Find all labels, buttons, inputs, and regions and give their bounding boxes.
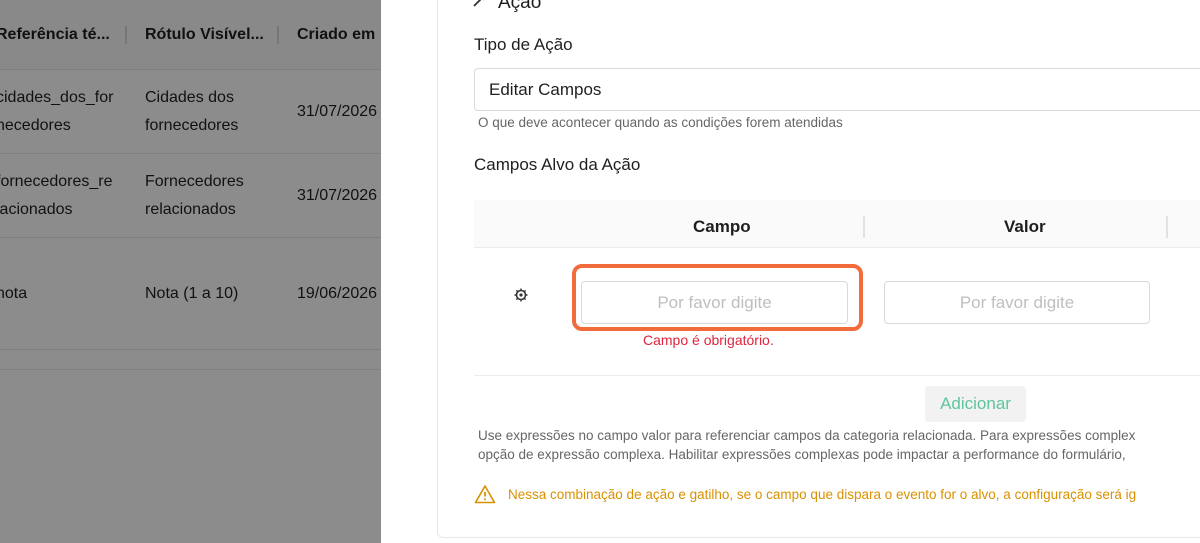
- cell-created: 19/06/2026: [297, 284, 378, 302]
- records-table-pane: Referência té... Rótulo Visível... Criad…: [0, 0, 381, 543]
- add-button[interactable]: Adicionar: [925, 386, 1026, 422]
- column-divider: [1166, 216, 1168, 238]
- records-table: Referência té... Rótulo Visível... Criad…: [0, 0, 381, 370]
- cell-created: 31/07/2026: [297, 102, 378, 120]
- target-fields-header: Campo Valor: [474, 200, 1200, 248]
- cell-reference: fornecedores_re lacionados: [0, 172, 113, 218]
- column-header-created[interactable]: Criado em: [283, 26, 381, 44]
- warning-icon: [474, 484, 496, 504]
- action-type-help: O que deve acontecer quando as condições…: [478, 115, 843, 130]
- gear-icon[interactable]: [514, 288, 528, 306]
- table-row[interactable]: cidades_dos_for necedores Cidades dos forn…: [0, 70, 381, 154]
- cell-reference: nota: [0, 284, 28, 302]
- field-input[interactable]: Por favor digite: [581, 281, 848, 324]
- column-divider[interactable]: [125, 25, 127, 44]
- table-row-empty: [0, 350, 381, 370]
- table-header: Referência té... Rótulo Visível... Criad…: [0, 0, 381, 70]
- column-divider[interactable]: [277, 25, 279, 44]
- action-type-label: Tipo de Ação: [474, 35, 573, 54]
- column-header-value: Valor: [1004, 217, 1046, 236]
- table-row[interactable]: fornecedores_re lacionados Fornecedores re…: [0, 154, 381, 238]
- warning-message: Nessa combinação de ação e gatilho, se o…: [474, 484, 1136, 504]
- action-type-select[interactable]: Editar Campos: [474, 68, 1200, 111]
- cell-label: Fornecedores relacionados: [145, 172, 244, 218]
- target-field-row: Por favor digite Campo é obrigatório. Po…: [474, 248, 1200, 376]
- expression-help-text: Use expressões no campo valor para refer…: [478, 428, 1136, 462]
- cell-label: Nota (1 a 10): [145, 284, 239, 302]
- column-header-label[interactable]: Rótulo Visível...: [131, 25, 283, 44]
- column-header-reference[interactable]: Referência té...: [0, 25, 131, 44]
- cell-label: Cidades dos fornecedores: [145, 88, 239, 134]
- value-input[interactable]: Por favor digite: [884, 281, 1150, 324]
- action-section-title: Ação: [472, 0, 541, 14]
- table-row[interactable]: nota Nota (1 a 10) 19/06/2026: [0, 238, 381, 350]
- cell-reference: cidades_dos_for necedores: [0, 88, 114, 134]
- cell-created: 31/07/2026: [297, 186, 378, 204]
- target-fields-label: Campos Alvo da Ação: [474, 155, 641, 174]
- magic-wand-icon: [472, 0, 490, 13]
- field-error-message: Campo é obrigatório.: [643, 332, 774, 348]
- column-header-field: Campo: [693, 217, 751, 236]
- column-divider: [863, 216, 865, 238]
- target-fields-table: Campo Valor Por favor digite Campo é obr…: [474, 200, 1200, 376]
